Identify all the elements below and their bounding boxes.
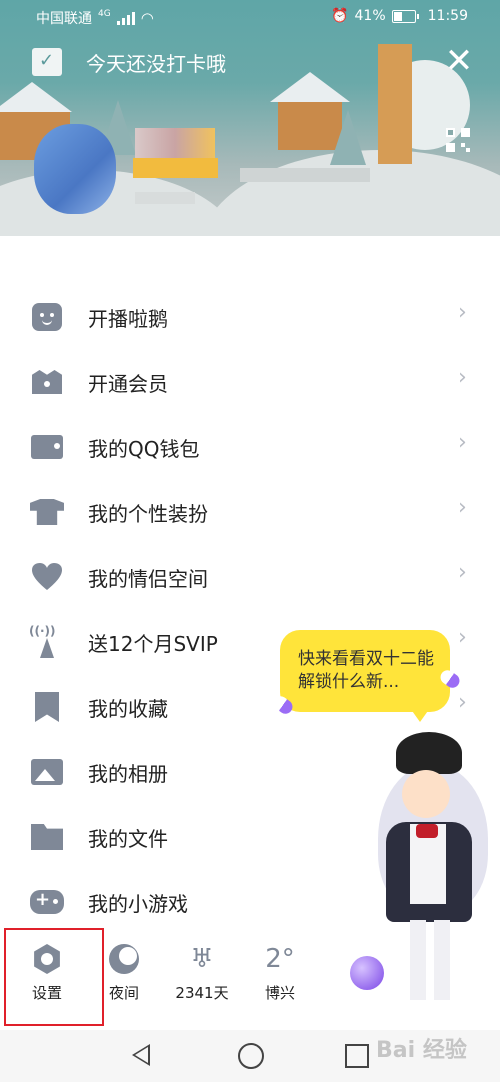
- menu-item-label: 我的文件: [88, 827, 168, 851]
- chevron-right-icon: ›: [458, 365, 467, 390]
- crown-icon: [32, 370, 62, 394]
- signal-icon: [116, 11, 135, 25]
- night-mode-label: 夜间: [108, 984, 139, 1002]
- folder-icon: [31, 824, 63, 850]
- photo-icon: [31, 759, 63, 785]
- menu-item-label: 我的收藏: [88, 697, 168, 721]
- bookmark-icon: [35, 692, 59, 722]
- alarm-icon: ⏰: [331, 8, 349, 24]
- settings-highlight-box: [4, 928, 104, 1026]
- weather-button[interactable]: 2° 博兴: [240, 942, 320, 1003]
- blurred-signature: [240, 168, 370, 182]
- menu-item-wallet[interactable]: 我的QQ钱包 ›: [0, 414, 500, 479]
- menu-item-label: 我的情侣空间: [88, 567, 208, 591]
- recent-apps-icon[interactable]: [345, 1044, 369, 1068]
- tree-decoration: [330, 110, 366, 165]
- menu-item-couple-space[interactable]: 我的情侣空间 ›: [0, 544, 500, 609]
- carrier-name: 中国联通: [36, 11, 92, 27]
- weather-temperature: 2°: [265, 944, 295, 974]
- qr-code-icon[interactable]: [446, 128, 470, 152]
- wings-icon: ♅: [190, 944, 214, 974]
- blurred-level: [135, 192, 195, 204]
- menu-item-label: 开播啦鹅: [88, 307, 168, 331]
- online-days-label: 2341天: [175, 984, 229, 1002]
- wallet-icon: [31, 435, 63, 459]
- back-icon[interactable]: [132, 1044, 150, 1066]
- checkin-calendar-icon[interactable]: [32, 48, 62, 76]
- promo-bubble-text: 快来看看双十二能解锁什么新...: [298, 649, 434, 692]
- moon-icon: [109, 944, 139, 974]
- tower-decoration: [378, 44, 412, 164]
- battery-percent: 41%: [354, 8, 386, 24]
- wifi-icon: ◠: [140, 9, 154, 27]
- chevron-right-icon: ›: [458, 430, 467, 455]
- profile-header: 中国联通 4G ◠ ⏰ 41% 11:59 今天还没打卡哦 ✕: [0, 0, 500, 236]
- menu-item-live[interactable]: 开播啦鹅 ›: [0, 284, 500, 349]
- menu-item-dressup[interactable]: 我的个性装扮 ›: [0, 479, 500, 544]
- gamepad-icon: [30, 889, 64, 914]
- close-button[interactable]: ✕: [440, 42, 478, 80]
- heart-icon: [32, 563, 62, 591]
- robot-icon: [32, 303, 62, 331]
- menu-item-label: 我的个性装扮: [88, 502, 208, 526]
- shirt-icon: [30, 499, 64, 525]
- clock-time: 11:59: [427, 8, 468, 24]
- menu-item-label: 我的小游戏: [88, 892, 188, 916]
- avatar[interactable]: [34, 124, 116, 214]
- status-bar: 中国联通 4G ◠ ⏰ 41% 11:59: [0, 0, 500, 34]
- chevron-right-icon: ›: [458, 625, 467, 650]
- home-icon[interactable]: [238, 1043, 264, 1069]
- menu-item-label: 送12个月SVIP: [88, 632, 218, 656]
- blurred-badge: [133, 158, 218, 178]
- chevron-right-icon: ›: [458, 495, 467, 520]
- chevron-right-icon: ›: [458, 560, 467, 585]
- watermark: Bai 经验: [376, 1038, 467, 1063]
- menu-item-label: 开通会员: [88, 372, 168, 396]
- chevron-right-icon: ›: [458, 300, 467, 325]
- broadcast-tower-icon: [29, 624, 62, 658]
- checkin-title[interactable]: 今天还没打卡哦: [86, 48, 226, 77]
- menu-item-label: 我的相册: [88, 762, 168, 786]
- promo-bubble[interactable]: 快来看看双十二能解锁什么新...: [280, 630, 450, 722]
- online-days-button[interactable]: ♅ 2341天: [162, 942, 242, 1003]
- network-type: 4G: [98, 9, 111, 19]
- menu-item-vip[interactable]: 开通会员 ›: [0, 349, 500, 414]
- roof-decoration: [270, 72, 350, 102]
- roof-decoration: [0, 82, 72, 112]
- weather-city: 博兴: [264, 984, 295, 1002]
- menu-item-label: 我的QQ钱包: [88, 437, 200, 461]
- chevron-right-icon: ›: [458, 690, 467, 715]
- battery-icon: [391, 9, 419, 23]
